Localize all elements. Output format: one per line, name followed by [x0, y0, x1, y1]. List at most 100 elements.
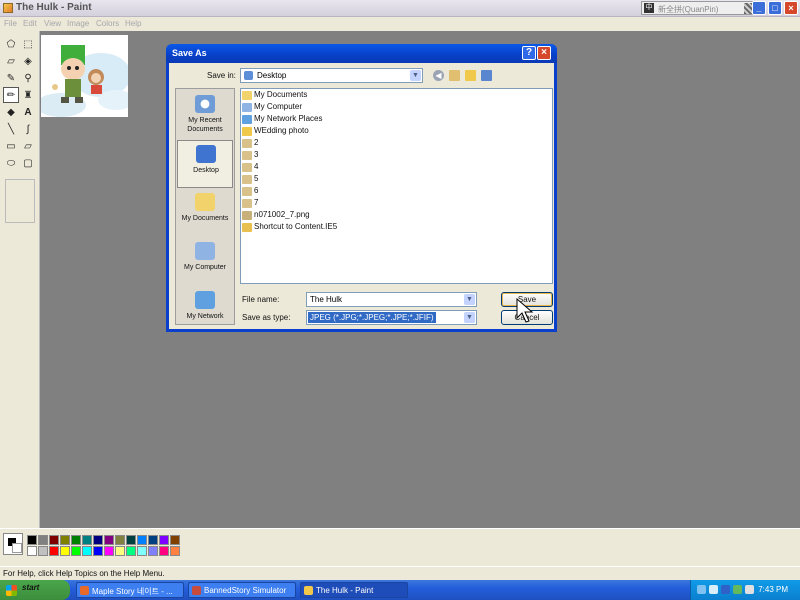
menu-bar: File Edit View Image Colors Help: [0, 17, 800, 31]
palette-swatch[interactable]: [49, 546, 59, 556]
save-in-dropdown[interactable]: Desktop ▼: [240, 68, 423, 83]
mouse-pointer-icon: [516, 298, 534, 323]
palette-swatch[interactable]: [137, 535, 147, 545]
palette-swatch[interactable]: [159, 546, 169, 556]
save-in-value: Desktop: [257, 71, 287, 80]
place-my-documents[interactable]: My Documents: [177, 189, 233, 237]
place-my-network[interactable]: My Network: [177, 287, 233, 335]
menu-file[interactable]: File: [4, 19, 17, 28]
polygon-icon[interactable]: ▱: [20, 138, 36, 154]
text-icon[interactable]: A: [20, 104, 36, 120]
file-name: 6: [254, 186, 259, 195]
tray-app-icon-2[interactable]: [745, 585, 754, 594]
palette-swatch[interactable]: [148, 535, 158, 545]
dialog-close-button[interactable]: ×: [537, 46, 551, 60]
minimize-button[interactable]: _: [752, 1, 766, 15]
chevron-down-icon[interactable]: ▼: [464, 294, 475, 305]
palette-swatch[interactable]: [82, 546, 92, 556]
png-file-icon: [242, 211, 252, 220]
taskbar-item-maple-story[interactable]: Maple Story 네이트 - ...: [76, 582, 184, 598]
my-network-icon: [195, 291, 215, 309]
ime-text: 新全拼(QuanPin): [658, 5, 719, 14]
menu-colors[interactable]: Colors: [96, 19, 119, 28]
palette-swatch[interactable]: [60, 546, 70, 556]
pencil-icon[interactable]: ✏: [3, 87, 19, 103]
palette-swatch[interactable]: [71, 535, 81, 545]
up-folder-icon[interactable]: [449, 70, 460, 81]
chevron-down-icon[interactable]: ▼: [464, 312, 475, 323]
palette-swatch[interactable]: [148, 546, 158, 556]
palette-swatch[interactable]: [170, 546, 180, 556]
windows-logo-icon: [6, 585, 17, 596]
place-my-computer[interactable]: My Computer: [177, 238, 233, 286]
file-name-input[interactable]: The Hulk ▼: [306, 292, 477, 307]
fill-icon[interactable]: ◈: [20, 53, 36, 69]
jpeg-file-icon: [242, 175, 252, 184]
menu-view[interactable]: View: [44, 19, 61, 28]
ellipse-icon[interactable]: ⬭: [3, 155, 19, 171]
menu-help[interactable]: Help: [125, 19, 141, 28]
palette-swatch[interactable]: [38, 535, 48, 545]
tray-app-icon[interactable]: [733, 585, 742, 594]
palette-swatch[interactable]: [27, 535, 37, 545]
palette-swatch[interactable]: [137, 546, 147, 556]
save-type-dropdown[interactable]: JPEG (*.JPG;*.JPEG;*.JPE;*.JFIF) ▼: [306, 310, 477, 325]
my-documents-icon: [195, 193, 215, 211]
current-colors-box[interactable]: [3, 533, 23, 555]
palette-swatch[interactable]: [93, 546, 103, 556]
network-icon[interactable]: [697, 585, 706, 594]
rounded-rectangle-icon[interactable]: ▢: [20, 155, 36, 171]
palette-swatch[interactable]: [159, 535, 169, 545]
palette-swatch[interactable]: [27, 546, 37, 556]
new-folder-icon[interactable]: [465, 70, 476, 81]
help-button[interactable]: ?: [522, 46, 536, 60]
close-button[interactable]: ×: [784, 1, 798, 15]
palette-swatch[interactable]: [126, 546, 136, 556]
volume-icon[interactable]: [709, 585, 718, 594]
palette-swatch[interactable]: [115, 535, 125, 545]
file-name: Shortcut to Content.IE5: [254, 222, 338, 231]
file-name-label: File name:: [242, 295, 280, 304]
views-menu-icon[interactable]: [481, 70, 492, 81]
palette-swatch[interactable]: [49, 535, 59, 545]
palette-swatch[interactable]: [93, 535, 103, 545]
palette-swatch[interactable]: [104, 546, 114, 556]
maximize-button[interactable]: □: [768, 1, 782, 15]
menu-edit[interactable]: Edit: [23, 19, 37, 28]
free-form-select-icon[interactable]: ⬠: [3, 36, 19, 52]
chevron-down-icon: ▼: [410, 70, 421, 81]
curve-icon[interactable]: ∫: [20, 121, 36, 137]
palette-swatch[interactable]: [115, 546, 125, 556]
palette-swatch[interactable]: [104, 535, 114, 545]
places-bar: My Recent Documents Desktop My Documents…: [175, 88, 235, 325]
taskbar-item-paint[interactable]: The Hulk - Paint: [300, 582, 408, 598]
select-icon[interactable]: ⬚: [20, 36, 36, 52]
drawing-canvas[interactable]: [41, 35, 128, 117]
brush-icon[interactable]: ♜: [20, 87, 36, 103]
color-picker-icon[interactable]: ✎: [3, 70, 19, 86]
palette-swatch[interactable]: [126, 535, 136, 545]
line-icon[interactable]: ╲: [3, 121, 19, 137]
start-button[interactable]: start: [0, 580, 70, 600]
place-desktop[interactable]: Desktop: [177, 140, 233, 188]
magnifier-icon[interactable]: ⚲: [20, 70, 36, 86]
palette-swatch[interactable]: [82, 535, 92, 545]
ime-mode-icon[interactable]: 中: [644, 3, 654, 13]
back-icon[interactable]: ◀: [433, 70, 444, 81]
palette-swatch[interactable]: [38, 546, 48, 556]
airbrush-icon[interactable]: ◆: [3, 104, 19, 120]
bluetooth-icon[interactable]: [721, 585, 730, 594]
menu-image[interactable]: Image: [67, 19, 89, 28]
ime-language-bar[interactable]: 中 新全拼(QuanPin): [641, 1, 759, 15]
palette-swatch[interactable]: [71, 546, 81, 556]
file-list[interactable]: My Documents My Computer My Network Plac…: [240, 88, 553, 284]
palette-swatch[interactable]: [60, 535, 70, 545]
palette-swatch[interactable]: [170, 535, 180, 545]
file-name: My Network Places: [254, 114, 323, 123]
rectangle-icon[interactable]: ▭: [3, 138, 19, 154]
place-recent-documents[interactable]: My Recent Documents: [177, 91, 233, 139]
clock[interactable]: 7:43 PM: [758, 585, 788, 594]
taskbar-item-bannedstory[interactable]: BannedStory Simulator: [188, 582, 296, 598]
eraser-icon[interactable]: ▱: [3, 53, 19, 69]
tool-options-box[interactable]: [5, 179, 35, 223]
